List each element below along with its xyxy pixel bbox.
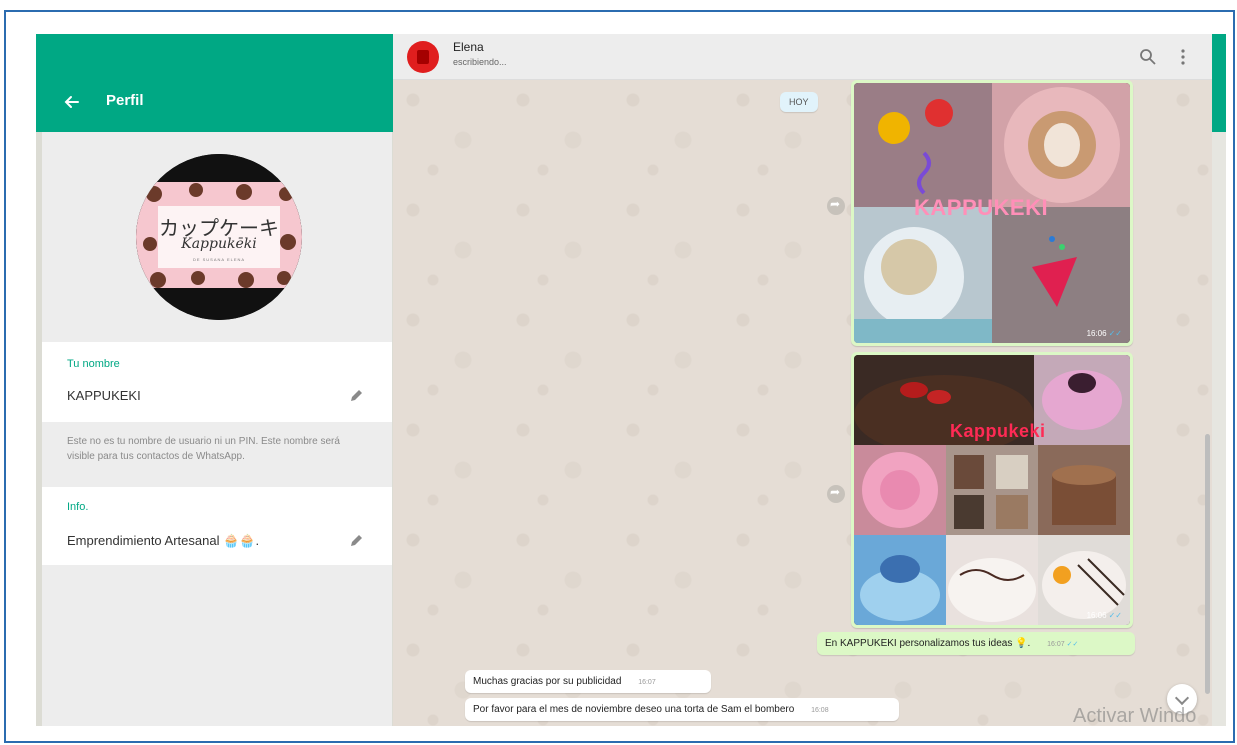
contact-avatar[interactable] — [407, 41, 439, 73]
outgoing-message[interactable]: En KAPPUKEKI personalizamos tus ideas 💡.… — [817, 632, 1135, 655]
collage-tile — [854, 83, 992, 207]
message-text: En KAPPUKEKI personalizamos tus ideas 💡. — [825, 638, 1031, 649]
cake-image — [1004, 87, 1120, 203]
info-label: Info. — [67, 501, 89, 513]
message-time: 16:06 ✓✓ — [1086, 329, 1122, 338]
pencil-icon[interactable] — [348, 533, 364, 549]
pencil-icon[interactable] — [348, 388, 364, 404]
avatar-area: カップケーキ Kappukēki DE SUSANA ELENA — [42, 132, 392, 342]
name-label: Tu nombre — [67, 358, 120, 370]
incoming-message[interactable]: Por favor para el mes de noviembre deseo… — [465, 698, 899, 721]
screenshot-frame: Perfil カップケーキ Kappukēki DE SUSANA ELENA … — [4, 10, 1235, 743]
collage-tile — [1034, 355, 1130, 445]
incoming-message[interactable]: Muchas gracias por su publicidad 16:07 — [465, 670, 711, 693]
avatar-brand-text: Kappukēki — [181, 236, 257, 252]
peppa-cake-image — [862, 452, 938, 528]
name-section: Tu nombre KAPPUKEKI — [42, 342, 392, 422]
date-chip: HOY — [780, 92, 818, 112]
info-value: Emprendimiento Artesanal 🧁🧁. — [67, 533, 260, 548]
read-ticks-icon: ✓✓ — [1108, 329, 1122, 338]
profile-avatar[interactable]: カップケーキ Kappukēki DE SUSANA ELENA — [136, 154, 302, 320]
message-time: 16:07 ✓✓ — [1047, 641, 1079, 648]
menu-dots-icon[interactable] — [1173, 47, 1193, 67]
info-section: Info. Emprendimiento Artesanal 🧁🧁. — [42, 487, 392, 565]
search-icon[interactable] — [1138, 47, 1158, 67]
contact-name[interactable]: Elena — [453, 40, 484, 54]
forward-icon[interactable] — [827, 197, 845, 215]
profile-title: Perfil — [106, 92, 144, 109]
party-decor-image — [878, 99, 953, 195]
message-text: Muchas gracias por su publicidad — [473, 676, 622, 687]
read-ticks-icon: ✓✓ — [1108, 611, 1122, 620]
treats-image — [954, 455, 1028, 529]
chat-scrollbar[interactable] — [1205, 434, 1210, 694]
baby-shark-cake-image — [860, 555, 940, 621]
chat-panel: Elena escribiendo... HOY ➦ KAPPUKEKI 16:… — [393, 34, 1212, 726]
image-overlay-text: KAPPUKEKI — [914, 195, 1049, 220]
party-horn-image — [1032, 236, 1077, 307]
image-collage: Kappukeki 16:06 ✓✓ — [854, 355, 1130, 625]
profile-header: Perfil — [42, 34, 392, 132]
collage-tile — [992, 83, 1130, 207]
collage-tile — [1038, 445, 1130, 535]
message-time: 16:08 — [811, 707, 829, 714]
image-message[interactable]: KAPPUKEKI 16:06 ✓✓ — [851, 80, 1133, 346]
name-note: Este no es tu nombre de usuario ni un PI… — [67, 436, 340, 462]
name-value: KAPPUKEKI — [67, 388, 141, 403]
chat-header[interactable]: Elena escribiendo... — [393, 34, 1212, 80]
pink-cake-image — [1042, 370, 1122, 430]
collage-tile — [992, 207, 1130, 343]
image-collage: KAPPUKEKI 16:06 ✓✓ — [854, 83, 1130, 343]
collage-tile — [854, 445, 946, 535]
windows-activation-watermark: Activar Windo — [1073, 705, 1197, 727]
window-right-strip — [1212, 132, 1226, 726]
sprinkle-cake-image — [1052, 465, 1116, 525]
frozen-cake-image — [854, 227, 992, 343]
message-text: Por favor para el mes de noviembre deseo… — [473, 704, 795, 715]
collage-tile — [946, 445, 1038, 535]
birthday-cake-image — [948, 558, 1036, 622]
message-time: 16:06 ✓✓ — [1086, 611, 1122, 620]
image-message[interactable]: Kappukeki 16:06 ✓✓ — [851, 352, 1133, 628]
image-overlay-text: Kappukeki — [950, 421, 1046, 441]
collage-tile — [854, 207, 992, 343]
message-time: 16:07 — [638, 679, 656, 686]
read-ticks-icon: ✓✓ — [1066, 641, 1079, 648]
collage-tile — [946, 535, 1038, 625]
back-arrow-icon[interactable] — [62, 92, 82, 112]
avatar-small-text: DE SUSANA ELENA — [192, 257, 246, 262]
profile-panel: Perfil カップケーキ Kappukēki DE SUSANA ELENA … — [42, 34, 392, 726]
contact-status: escribiendo... — [453, 57, 507, 67]
forward-icon[interactable] — [827, 485, 845, 503]
collage-tile — [854, 535, 946, 625]
whatsapp-web-window: Perfil カップケーキ Kappukēki DE SUSANA ELENA … — [36, 34, 1226, 726]
